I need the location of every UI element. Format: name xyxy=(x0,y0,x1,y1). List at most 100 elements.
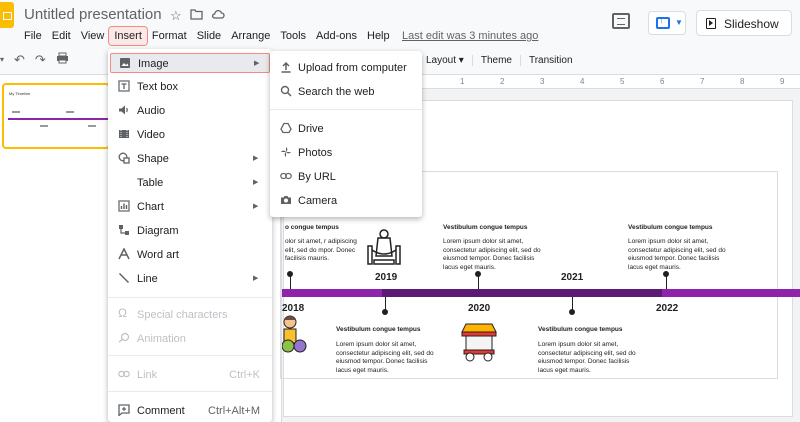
event-title[interactable]: Vestibulum congue tempus xyxy=(336,326,421,333)
menu-addons[interactable]: Add-ons xyxy=(311,27,362,45)
redo-icon[interactable]: ↷ xyxy=(35,52,46,68)
insert-text-box-item[interactable]: Text box xyxy=(108,77,272,97)
ruler-label: 5 xyxy=(620,77,625,86)
event-title[interactable]: Vestibulum congue tempus xyxy=(443,224,528,231)
special-characters-label: Special characters xyxy=(137,309,228,321)
transition-button[interactable]: Transition xyxy=(521,55,581,66)
slides-app: Untitled presentation ☆ File Edit View I… xyxy=(0,0,800,422)
ruler-label: 1 xyxy=(460,77,465,86)
event-body[interactable]: olor sit amet, r adipiscing elit, sed do… xyxy=(285,238,365,264)
undo-icon[interactable]: ↶ xyxy=(14,52,25,68)
menu-divider xyxy=(108,355,272,356)
event-body[interactable]: Lorem ipsum dolor sit amet, consectetur … xyxy=(443,238,543,272)
menu-tools[interactable]: Tools xyxy=(275,27,311,45)
shape-label: Shape xyxy=(137,153,169,165)
insert-special-characters-item[interactable]: Ω Special characters xyxy=(108,305,272,325)
animation-icon xyxy=(118,332,130,344)
insert-chart-item[interactable]: Chart ▶ xyxy=(108,197,272,217)
menu-file[interactable]: File xyxy=(19,27,47,45)
slides-logo[interactable] xyxy=(0,2,14,28)
menu-divider xyxy=(108,391,272,392)
red-carpet-illustration[interactable] xyxy=(364,226,404,268)
slide-thumbnail[interactable]: My Timeline xyxy=(2,83,110,149)
insert-table-item[interactable]: Table ▶ xyxy=(108,173,272,193)
event-title[interactable]: Vestibulum congue tempus xyxy=(628,224,713,231)
thumbnail-text xyxy=(66,111,74,113)
insert-diagram-item[interactable]: Diagram xyxy=(108,221,272,241)
photos-icon xyxy=(280,146,292,158)
diagram-icon xyxy=(118,224,130,236)
last-edit-link[interactable]: Last edit was 3 minutes ago xyxy=(402,30,538,42)
drive-label: Drive xyxy=(298,123,324,135)
menu-format[interactable]: Format xyxy=(147,27,192,45)
menu-view[interactable]: View xyxy=(76,27,110,45)
photos-label: Photos xyxy=(298,147,333,159)
camera-icon xyxy=(280,194,292,206)
comment-history-icon[interactable] xyxy=(612,13,630,29)
slideshow-icon xyxy=(706,18,716,29)
comment-shortcut: Ctrl+Alt+M xyxy=(208,405,260,417)
insert-animation-item[interactable]: Animation xyxy=(108,329,272,349)
submenu-arrow-icon: ▶ xyxy=(253,155,259,162)
insert-shape-item[interactable]: Shape ▶ xyxy=(108,149,272,169)
event-title[interactable]: Vestibulum congue tempus xyxy=(538,326,623,333)
image-icon xyxy=(119,57,131,69)
menu-help[interactable]: Help xyxy=(362,27,395,45)
timeline-marker xyxy=(287,271,293,277)
submenu-arrow-icon: ▶ xyxy=(253,179,259,186)
menu-edit[interactable]: Edit xyxy=(47,27,76,45)
photos-item[interactable]: Photos xyxy=(270,143,422,163)
insert-audio-item[interactable]: Audio xyxy=(108,101,272,121)
search-icon xyxy=(280,85,292,97)
link-label: Link xyxy=(137,369,158,381)
by-url-item[interactable]: By URL xyxy=(270,167,422,187)
event-title[interactable]: o congue tempus xyxy=(285,224,339,231)
ruler-label: 7 xyxy=(700,77,705,86)
insert-link-item[interactable]: Link Ctrl+K xyxy=(108,365,272,385)
drive-icon xyxy=(280,122,292,134)
star-icon[interactable]: ☆ xyxy=(170,8,182,24)
year-label: 2021 xyxy=(561,272,584,283)
menu-arrange[interactable]: Arrange xyxy=(226,27,275,45)
thumbnail-title: My Timeline xyxy=(9,91,31,96)
image-submenu: Upload from computer Search the web Driv… xyxy=(270,51,422,217)
submenu-arrow-icon: ▶ xyxy=(253,203,259,210)
menu-bar: File Edit View Insert Format Slide Arran… xyxy=(19,26,395,46)
menu-slide[interactable]: Slide xyxy=(192,27,226,45)
document-title[interactable]: Untitled presentation xyxy=(24,6,162,23)
word-art-label: Word art xyxy=(137,249,179,261)
year-label: 2020 xyxy=(468,303,491,314)
menu-insert[interactable]: Insert xyxy=(108,26,148,46)
camera-label: Camera xyxy=(298,195,338,207)
food-cart-illustration[interactable] xyxy=(460,322,498,362)
layout-button[interactable]: Layout ▾ xyxy=(426,55,473,66)
chevron-down-icon[interactable]: ▾ xyxy=(0,55,4,68)
present-to-meeting-button[interactable]: ▼ xyxy=(648,11,686,35)
cloud-status-icon[interactable] xyxy=(211,8,225,24)
timeline-bar[interactable] xyxy=(282,289,800,297)
insert-video-item[interactable]: Video xyxy=(108,125,272,145)
event-body[interactable]: Lorem ipsum dolor sit amet, consectetur … xyxy=(538,341,638,375)
by-url-label: By URL xyxy=(298,171,336,183)
event-body[interactable]: Lorem ipsum dolor sit amet, consectetur … xyxy=(628,238,728,272)
insert-word-art-item[interactable]: Word art xyxy=(108,245,272,265)
layout-label: Layout xyxy=(426,55,457,66)
event-body[interactable]: Lorem ipsum dolor sit amet, consectetur … xyxy=(336,341,436,375)
print-icon[interactable] xyxy=(56,52,69,68)
ruler-label: 8 xyxy=(740,77,745,86)
search-the-web-item[interactable]: Search the web xyxy=(270,82,422,102)
drive-item[interactable]: Drive xyxy=(270,119,422,139)
submenu-arrow-icon: ▶ xyxy=(254,60,260,67)
move-folder-icon[interactable] xyxy=(190,8,203,24)
insert-comment-item[interactable]: Comment Ctrl+Alt+M xyxy=(108,401,272,421)
theme-button[interactable]: Theme xyxy=(473,55,521,66)
insert-image-item[interactable]: Image ▶ xyxy=(110,53,270,73)
upload-from-computer-item[interactable]: Upload from computer xyxy=(270,58,422,78)
slideshow-button[interactable]: Slideshow xyxy=(696,10,792,36)
insert-line-item[interactable]: Line ▶ xyxy=(108,269,272,289)
comment-icon xyxy=(118,404,130,416)
people-illustration[interactable] xyxy=(282,312,310,354)
camera-item[interactable]: Camera xyxy=(270,191,422,211)
menu-divider xyxy=(270,109,422,110)
animation-label: Animation xyxy=(137,333,186,345)
